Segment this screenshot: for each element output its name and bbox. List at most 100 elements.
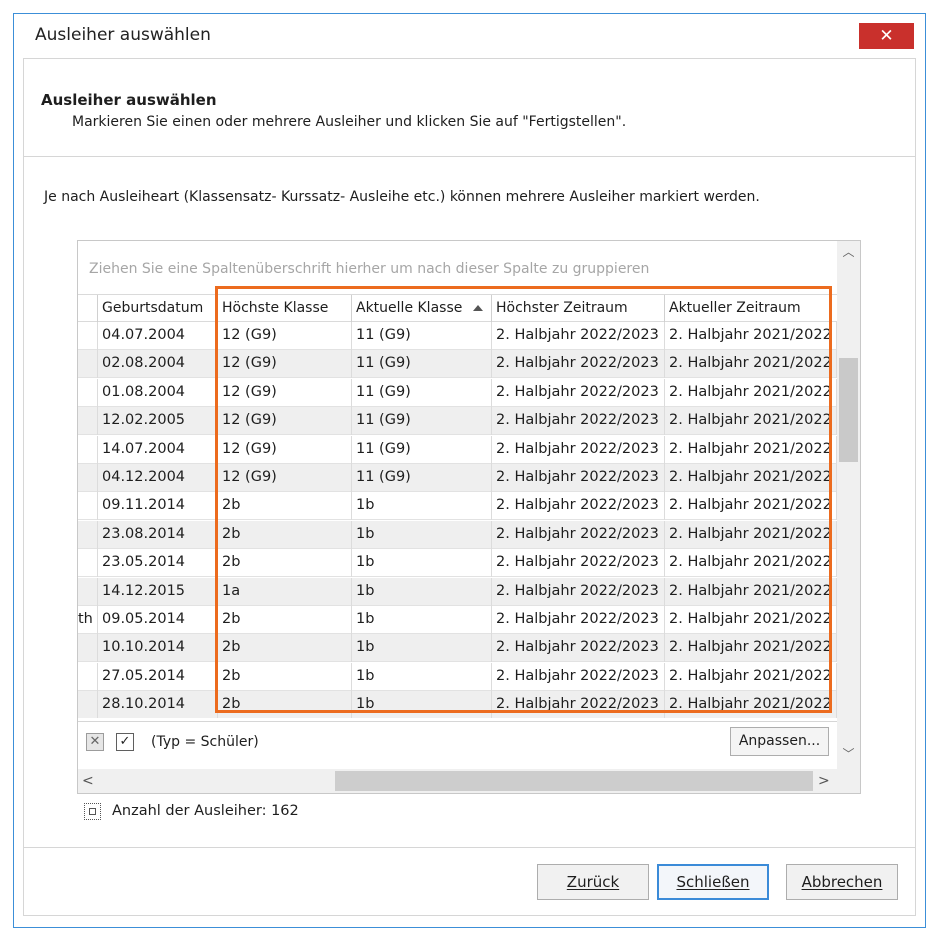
cell-hidden <box>78 322 98 350</box>
vertical-scrollbar[interactable]: ︿ ﹀ <box>837 241 860 769</box>
filter-expression[interactable]: (Typ = Schüler) <box>151 734 259 750</box>
cell-hoechste-klasse: 12 (G9) <box>218 464 352 492</box>
cell-aktueller-zeitraum: 2. Halbjahr 2021/2022 <box>665 577 837 606</box>
table-row[interactable]: 09.11.2014 2b 1b 2. Halbjahr 2022/2023 2. Ha… <box>78 492 837 521</box>
cell-geburtsdatum: 10.10.2014 <box>98 634 218 663</box>
cell-aktuelle-klasse: 11 (G9) <box>352 435 492 464</box>
window-title: Ausleiher auswählen <box>35 25 211 45</box>
table-row[interactable]: 28.10.2014 2b 1b 2. Halbjahr 2022/2023 2. Ha… <box>78 691 837 718</box>
cell-hoechste-klasse: 12 (G9) <box>218 378 352 407</box>
cell-aktueller-zeitraum: 2. Halbjahr 2021/2022 <box>665 520 837 549</box>
cell-aktuelle-klasse: 1b <box>352 549 492 578</box>
cell-hoechste-klasse: 1a <box>218 577 352 606</box>
table-row[interactable]: th 09.05.2014 2b 1b 2. Halbjahr 2022/2023 2. … <box>78 606 837 634</box>
cell-hoechster-zeitraum: 2. Halbjahr 2022/2023 <box>492 378 665 407</box>
cell-hoechster-zeitraum: 2. Halbjahr 2022/2023 <box>492 577 665 606</box>
cell-aktuelle-klasse: 1b <box>352 577 492 606</box>
cell-aktueller-zeitraum: 2. Halbjahr 2021/2022 <box>665 322 837 350</box>
column-header-aktuelle-klasse[interactable]: Aktuelle Klasse <box>352 295 492 322</box>
table-row[interactable]: 12.02.2005 12 (G9) 11 (G9) 2. Halbjahr 2022… <box>78 407 837 436</box>
table-row[interactable]: 23.05.2014 2b 1b 2. Halbjahr 2022/2023 2. Ha… <box>78 549 837 578</box>
column-header-hidden[interactable] <box>78 295 98 322</box>
column-header-geburtsdatum[interactable]: Geburtsdatum <box>98 295 218 322</box>
cell-geburtsdatum: 04.12.2004 <box>98 464 218 492</box>
cell-geburtsdatum: 01.08.2004 <box>98 378 218 407</box>
cell-geburtsdatum: 04.07.2004 <box>98 322 218 350</box>
table-row[interactable]: 04.07.2004 12 (G9) 11 (G9) 2. Halbjahr 2022… <box>78 322 837 350</box>
cell-hoechster-zeitraum: 2. Halbjahr 2022/2023 <box>492 634 665 663</box>
table-row[interactable]: 10.10.2014 2b 1b 2. Halbjahr 2022/2023 2. Ha… <box>78 634 837 663</box>
table-row[interactable]: 27.05.2014 2b 1b 2. Halbjahr 2022/2023 2. Ha… <box>78 662 837 691</box>
cell-aktuelle-klasse: 11 (G9) <box>352 407 492 436</box>
cell-hoechste-klasse: 2b <box>218 662 352 691</box>
close-icon: ✕ <box>89 734 101 749</box>
cell-geburtsdatum: 09.11.2014 <box>98 492 218 521</box>
table-row[interactable]: 04.12.2004 12 (G9) 11 (G9) 2. Halbjahr 2022… <box>78 464 837 492</box>
cell-hidden <box>78 520 98 549</box>
cell-aktueller-zeitraum: 2. Halbjahr 2021/2022 <box>665 662 837 691</box>
close-button[interactable]: ✕ <box>859 23 914 49</box>
cell-aktuelle-klasse: 11 (G9) <box>352 350 492 379</box>
table-row[interactable]: 23.08.2014 2b 1b 2. Halbjahr 2022/2023 2. Ha… <box>78 520 837 549</box>
title-bar: Ausleiher auswählen ✕ <box>14 14 925 58</box>
cell-geburtsdatum: 27.05.2014 <box>98 662 218 691</box>
page-title: Ausleiher auswählen <box>41 91 217 109</box>
cell-aktuelle-klasse: 1b <box>352 492 492 521</box>
cell-aktueller-zeitraum: 2. Halbjahr 2021/2022 <box>665 492 837 521</box>
column-header-aktueller-zeitraum[interactable]: Aktueller Zeitraum <box>665 295 837 322</box>
cell-hoechster-zeitraum: 2. Halbjahr 2022/2023 <box>492 350 665 379</box>
cell-hidden <box>78 662 98 691</box>
cell-hoechste-klasse: 12 (G9) <box>218 350 352 379</box>
cell-aktueller-zeitraum: 2. Halbjahr 2021/2022 <box>665 549 837 578</box>
horizontal-scroll-thumb[interactable] <box>335 771 813 791</box>
cell-hidden <box>78 350 98 379</box>
table-row[interactable]: 14.07.2004 12 (G9) 11 (G9) 2. Halbjahr 2022… <box>78 435 837 464</box>
chevron-right-icon[interactable]: > <box>818 773 830 789</box>
grid-rows: 04.07.2004 12 (G9) 11 (G9) 2. Halbjahr 2022… <box>78 322 837 718</box>
cell-hoechster-zeitraum: 2. Halbjahr 2022/2023 <box>492 435 665 464</box>
page-subtitle: Markieren Sie einen oder mehrere Ausleih… <box>72 114 627 130</box>
group-by-panel[interactable]: Ziehen Sie eine Spaltenüberschrift hierh… <box>78 241 837 293</box>
cell-geburtsdatum: 12.02.2005 <box>98 407 218 436</box>
column-header-hoechster-zeitraum[interactable]: Höchster Zeitraum <box>492 295 665 322</box>
cell-aktuelle-klasse: 11 (G9) <box>352 322 492 350</box>
chevron-left-icon[interactable]: < <box>82 773 94 789</box>
column-header-hoechste-klasse[interactable]: Höchste Klasse <box>218 295 352 322</box>
cell-aktuelle-klasse: 1b <box>352 634 492 663</box>
cell-hoechster-zeitraum: 2. Halbjahr 2022/2023 <box>492 520 665 549</box>
borrower-count: Anzahl der Ausleiher: 162 <box>112 803 299 819</box>
horizontal-scrollbar[interactable]: < > <box>78 769 860 793</box>
cell-geburtsdatum: 28.10.2014 <box>98 691 218 718</box>
header-divider <box>24 156 915 157</box>
cell-hidden <box>78 691 98 718</box>
selection-icon <box>84 803 101 820</box>
filter-enabled-checkbox[interactable]: ✓ <box>116 733 134 751</box>
cell-aktuelle-klasse: 1b <box>352 691 492 718</box>
table-row[interactable]: 02.08.2004 12 (G9) 11 (G9) 2. Halbjahr 2022… <box>78 350 837 379</box>
clear-filter-button[interactable]: ✕ <box>86 733 104 751</box>
cell-hidden <box>78 378 98 407</box>
back-button[interactable]: Zurück <box>537 864 649 900</box>
borrower-grid: Ziehen Sie eine Spaltenüberschrift hierh… <box>77 240 861 794</box>
cell-aktueller-zeitraum: 2. Halbjahr 2021/2022 <box>665 435 837 464</box>
cell-aktueller-zeitraum: 2. Halbjahr 2021/2022 <box>665 378 837 407</box>
customize-button[interactable]: Anpassen... <box>730 727 829 756</box>
close-dialog-button[interactable]: Schließen <box>657 864 769 900</box>
vertical-scroll-thumb[interactable] <box>839 358 858 462</box>
group-by-hint: Ziehen Sie eine Spaltenüberschrift hierh… <box>89 261 650 277</box>
close-icon: ✕ <box>879 26 894 46</box>
cancel-button[interactable]: Abbrechen <box>786 864 898 900</box>
cell-hoechste-klasse: 2b <box>218 606 352 634</box>
sort-ascending-icon <box>473 305 483 311</box>
chevron-down-icon[interactable]: ﹀ <box>837 745 860 762</box>
cell-geburtsdatum: 09.05.2014 <box>98 606 218 634</box>
cell-hoechster-zeitraum: 2. Halbjahr 2022/2023 <box>492 549 665 578</box>
chevron-up-icon[interactable]: ︿ <box>837 243 860 260</box>
table-row[interactable]: 14.12.2015 1a 1b 2. Halbjahr 2022/2023 2. Ha… <box>78 577 837 606</box>
table-row[interactable]: 01.08.2004 12 (G9) 11 (G9) 2. Halbjahr 2022… <box>78 378 837 407</box>
cell-hidden <box>78 464 98 492</box>
info-text: Je nach Ausleiheart (Klassensatz- Kurssa… <box>44 189 760 205</box>
cell-aktueller-zeitraum: 2. Halbjahr 2021/2022 <box>665 634 837 663</box>
cell-geburtsdatum: 02.08.2004 <box>98 350 218 379</box>
column-header-label: Aktuelle Klasse <box>356 300 463 316</box>
